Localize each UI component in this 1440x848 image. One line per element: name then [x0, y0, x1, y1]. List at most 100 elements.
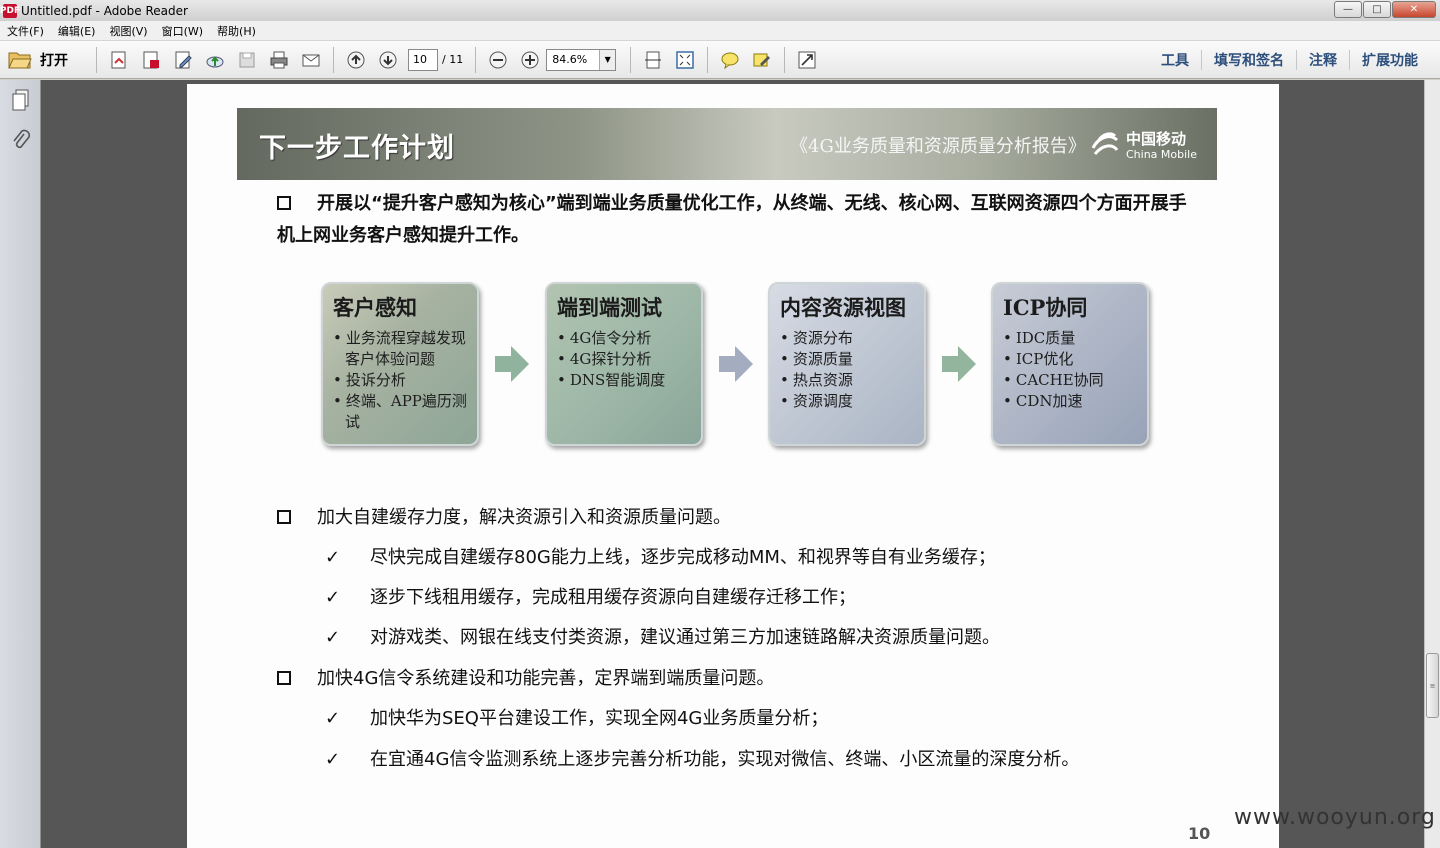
fit-width-icon [645, 51, 662, 68]
check-item: ✓ 对游戏类、网银在线支付类资源，建议通过第三方加速链路解决资源质量问题。 [325, 623, 1000, 649]
vertical-scrollbar[interactable]: ≡ [1424, 80, 1440, 848]
check-item-text: 对游戏类、网银在线支付类资源，建议通过第三方加速链路解决资源质量问题。 [370, 627, 1000, 648]
window-controls: — □ ✕ [1334, 1, 1436, 18]
arrow-up-circle-icon [347, 51, 365, 68]
list-item: 资源调度 [780, 391, 916, 412]
tools-pane-button[interactable]: 工具 [1149, 50, 1201, 70]
list-item: 业务流程穿越发现客户体验问题 [333, 328, 469, 370]
zoom-out-button[interactable] [485, 47, 511, 73]
checkmark-icon: ✓ [325, 749, 341, 770]
arrow-right-icon [942, 346, 976, 382]
checkmark-icon: ✓ [325, 708, 341, 729]
checkmark-icon: ✓ [325, 587, 341, 608]
envelope-icon [302, 54, 320, 66]
print-button[interactable] [266, 47, 292, 73]
arrow-right-icon [719, 346, 753, 382]
list-item: 4G探针分析 [557, 349, 693, 370]
next-page-button[interactable] [375, 47, 401, 73]
open-button[interactable]: 打开 [8, 50, 68, 70]
close-button[interactable]: ✕ [1392, 1, 1436, 18]
menu-edit[interactable]: 编辑(E) [51, 23, 103, 39]
fill-sign-pane-button[interactable]: 填写和签名 [1201, 50, 1296, 70]
menu-bar: 文件(F) 编辑(E) 视图(V) 窗口(W) 帮助(H) [0, 21, 1440, 41]
add-comment-button[interactable] [717, 47, 743, 73]
scrolling-mode-button[interactable] [640, 47, 666, 73]
list-item: 资源分布 [780, 328, 916, 349]
list-item: 资源质量 [780, 349, 916, 370]
zoom-level-select[interactable]: 84.6% ▼ [546, 48, 617, 71]
upload-button[interactable] [202, 47, 228, 73]
slide-title: 下一步工作计划 [259, 133, 455, 164]
minimize-button[interactable]: — [1334, 1, 1362, 18]
window-title: Untitled.pdf - Adobe Reader [21, 3, 188, 18]
toolbar-separator [784, 46, 786, 73]
edit-pdf-button[interactable] [170, 47, 196, 73]
toolbar-separator [475, 46, 477, 73]
menu-file[interactable]: 文件(F) [0, 23, 51, 39]
list-item: 终端、APP遍历测试 [333, 391, 469, 433]
menu-window[interactable]: 窗口(W) [155, 23, 210, 39]
speech-bubble-icon [721, 52, 739, 69]
report-subtitle: 《4G业务质量和资源质量分析报告》 [790, 136, 1086, 157]
arrow-right-icon [495, 346, 529, 382]
square-bullet-icon [277, 671, 291, 685]
process-flow: 客户感知 业务流程穿越发现客户体验问题 投诉分析 终端、APP遍历测试 端到端测… [321, 282, 1151, 448]
check-item: ✓ 在宜通4G信令监测系统上逐步完善分析功能，实现对微信、终端、小区流量的深度分析… [325, 745, 1079, 771]
check-item-text: 逐步下线租用缓存，完成租用缓存资源向自建缓存迁移工作； [370, 587, 856, 608]
chevron-down-icon[interactable]: ▼ [599, 49, 616, 70]
check-item-text: 在宜通4G信令监测系统上逐步完善分析功能，实现对微信、终端、小区流量的深度分析。 [370, 749, 1080, 770]
full-screen-button[interactable] [794, 47, 820, 73]
printer-icon [270, 51, 288, 68]
list-item: 热点资源 [780, 370, 916, 391]
section-heading: 加快4G信令系统建设和功能完善，定界端到端质量问题。 [277, 664, 774, 690]
highlight-button[interactable] [749, 47, 775, 73]
list-item: ICP优化 [1003, 349, 1139, 370]
create-pdf-icon [111, 51, 126, 68]
flow-box-content-resource-view: 内容资源视图 资源分布 资源质量 热点资源 资源调度 [768, 282, 926, 446]
check-item: ✓ 尽快完成自建缓存80G能力上线，逐步完成移动MM、和视界等自有业务缓存； [325, 543, 996, 569]
check-item-text: 尽快完成自建缓存80G能力上线，逐步完成移动MM、和视界等自有业务缓存； [370, 547, 996, 568]
scrollbar-thumb[interactable]: ≡ [1426, 653, 1439, 718]
page-thumbnails-button[interactable] [0, 80, 41, 120]
logo-english-text: China Mobile [1126, 148, 1198, 161]
zoom-in-button[interactable] [517, 47, 543, 73]
export-pdf-button[interactable] [138, 47, 164, 73]
menu-help[interactable]: 帮助(H) [210, 23, 263, 39]
expand-arrows-icon [798, 51, 816, 68]
flow-box-end-to-end-test: 端到端测试 4G信令分析 4G探针分析 DNS智能调度 [545, 282, 703, 446]
headline-text: 开展以“提升客户感知为核心”端到端业务质量优化工作，从终端、无线、核心网、互联网… [277, 193, 1187, 246]
list-item: IDC质量 [1003, 328, 1139, 349]
document-view[interactable]: 下一步工作计划 《4G业务质量和资源质量分析报告》 中国移动 China Mob… [41, 80, 1424, 848]
paperclip-icon [12, 129, 30, 149]
fit-page-icon [676, 50, 694, 69]
save-button[interactable] [234, 47, 260, 73]
previous-page-button[interactable] [343, 47, 369, 73]
flow-box-list: 4G信令分析 4G探针分析 DNS智能调度 [557, 328, 693, 391]
menu-view[interactable]: 视图(V) [102, 23, 154, 39]
headline-bullet: 开展以“提升客户感知为核心”端到端业务质量优化工作，从终端、无线、核心网、互联网… [277, 188, 1197, 252]
slide-banner: 下一步工作计划 《4G业务质量和资源质量分析报告》 中国移动 China Mob… [237, 108, 1217, 180]
comment-pane-button[interactable]: 注释 [1296, 50, 1349, 70]
zoom-level-value: 84.6% [552, 53, 588, 66]
cloud-upload-icon [206, 56, 224, 67]
minus-circle-icon [489, 51, 507, 68]
create-pdf-button[interactable] [106, 47, 132, 73]
toolbar-separator [630, 46, 632, 73]
right-tool-panes: 工具 填写和签名 注释 扩展功能 [1149, 41, 1430, 79]
email-button[interactable] [298, 47, 324, 73]
arrow-down-circle-icon [379, 51, 397, 68]
section-title: 加大自建缓存力度，解决资源引入和资源质量问题。 [317, 507, 731, 528]
attachments-button[interactable] [0, 120, 41, 160]
navigation-panel [0, 80, 41, 848]
flow-box-title: ICP协同 [1003, 295, 1088, 320]
flow-box-icp-cooperation: ICP协同 IDC质量 ICP优化 CACHE协同 CDN加速 [991, 282, 1149, 446]
square-bullet-icon [277, 510, 291, 524]
section-title: 加快4G信令系统建设和功能完善，定界端到端质量问题。 [317, 668, 775, 689]
fit-page-button[interactable] [672, 47, 698, 73]
pdf-page: 下一步工作计划 《4G业务质量和资源质量分析报告》 中国移动 China Mob… [187, 84, 1279, 848]
page-number-input[interactable]: 10 [408, 48, 438, 71]
extended-pane-button[interactable]: 扩展功能 [1349, 50, 1430, 70]
maximize-button[interactable]: □ [1363, 1, 1391, 18]
checkmark-icon: ✓ [325, 547, 341, 568]
list-item: CDN加速 [1003, 391, 1139, 412]
